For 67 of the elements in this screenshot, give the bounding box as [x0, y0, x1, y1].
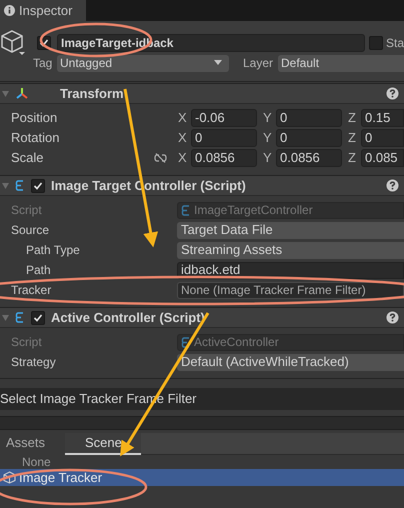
layer-label: Layer — [243, 55, 274, 72]
number-field[interactable]: 0.085 — [361, 149, 404, 167]
field-label: Position — [10, 109, 58, 128]
number-field[interactable]: 0 — [276, 129, 342, 147]
collapse-triangle-icon — [2, 182, 9, 188]
number-field[interactable]: 0 — [361, 129, 404, 147]
script-field: ImageTargetController — [177, 202, 404, 218]
script-icon — [15, 311, 25, 324]
axis-label: Z — [348, 129, 357, 148]
field-label: Script — [10, 334, 43, 351]
axis-label: Y — [263, 109, 273, 128]
field-label: Path — [25, 262, 52, 279]
axis-label: Y — [263, 129, 273, 148]
number-field[interactable]: 0.0856 — [276, 149, 342, 167]
checkbox[interactable] — [31, 310, 45, 324]
field-label: Path Type — [25, 242, 81, 259]
field-label: Source — [10, 222, 50, 239]
component-header[interactable]: Transform — [0, 83, 404, 104]
axis-label: Z — [348, 149, 357, 168]
axis-label: X — [178, 129, 188, 148]
text-field[interactable]: idback.etd — [177, 262, 404, 278]
unlinked-icon — [154, 153, 167, 163]
checkbox[interactable] — [368, 36, 383, 50]
picker-tab[interactable]: Scene — [65, 433, 141, 455]
component-title: Transform — [60, 84, 125, 103]
axes-icon — [15, 86, 29, 100]
axis-label: X — [178, 149, 188, 168]
number-field[interactable]: -0.06 — [191, 109, 257, 127]
number-field[interactable]: 0 — [276, 109, 342, 127]
value-dropdown[interactable]: Streaming Assets — [177, 242, 404, 258]
collapse-triangle-icon — [2, 90, 9, 96]
layer-dropdown[interactable]: Default — [278, 54, 404, 72]
script-icon — [181, 204, 191, 216]
collapse-triangle-icon — [2, 314, 9, 320]
picker-item[interactable]: None — [0, 455, 404, 469]
info-icon — [4, 5, 15, 16]
cube-icon — [0, 29, 28, 57]
object-field[interactable]: None (Image Tracker Frame Filter) — [177, 282, 404, 298]
script-field: ActiveController — [177, 334, 404, 350]
tag-label: Tag — [33, 55, 54, 72]
number-field[interactable]: 0.15 — [361, 109, 404, 127]
picker-item[interactable]: Image Tracker — [0, 469, 404, 486]
number-field[interactable]: 0.0856 — [191, 149, 257, 167]
static-label: Sta — [386, 35, 404, 52]
field-label: Rotation — [10, 129, 60, 148]
axis-label: Y — [263, 149, 273, 168]
checkbox[interactable] — [31, 178, 45, 192]
script-icon — [181, 336, 191, 348]
field-label: Scale — [10, 149, 45, 168]
cube-icon — [3, 471, 16, 484]
field-label: Script — [10, 202, 43, 219]
tag-dropdown[interactable]: Untagged — [57, 54, 229, 72]
value-dropdown[interactable]: Target Data File — [177, 222, 404, 238]
search-field[interactable] — [0, 416, 404, 430]
script-icon — [15, 179, 25, 192]
inspector-tab[interactable]: Inspector — [0, 0, 86, 21]
value-dropdown[interactable]: Default (ActiveWhileTracked) — [177, 354, 404, 370]
help-icon — [386, 179, 399, 192]
axis-label: X — [178, 109, 188, 128]
picker-tab[interactable]: Assets — [0, 433, 65, 455]
caret-icon — [214, 60, 222, 66]
field-label: Tracker — [10, 282, 52, 299]
number-field[interactable]: 0 — [191, 129, 257, 147]
help-icon — [386, 87, 399, 100]
help-icon — [386, 311, 399, 324]
axis-label: Z — [348, 109, 357, 128]
field-label: Strategy — [10, 354, 57, 371]
